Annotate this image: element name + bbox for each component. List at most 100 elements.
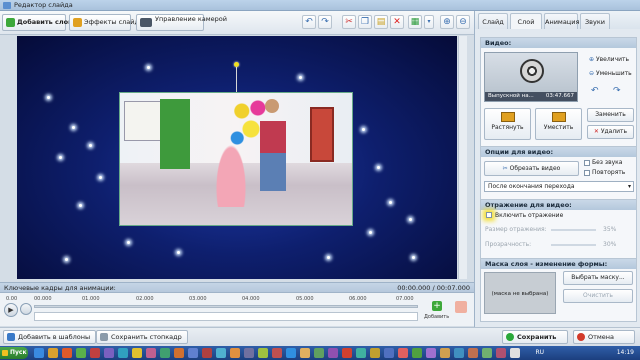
cancel-button[interactable]: Отмена	[573, 330, 635, 344]
delete-button[interactable]: ✕	[390, 15, 404, 29]
app-icon[interactable]	[132, 348, 142, 358]
rotate-left-icon[interactable]: ↶	[591, 86, 599, 96]
app-icon[interactable]	[468, 348, 478, 358]
zoom-out-button[interactable]: ⊖	[456, 15, 470, 29]
chevron-down-icon: ▾	[627, 183, 631, 190]
star-particle	[65, 258, 68, 261]
app-icon[interactable]	[286, 348, 296, 358]
delete-video-button[interactable]: ✕ Удалить	[587, 125, 634, 139]
paste-button[interactable]: ▤	[374, 15, 388, 29]
app-icon[interactable]	[272, 348, 282, 358]
video-layer[interactable]	[119, 92, 353, 226]
app-icon[interactable]	[328, 348, 338, 358]
app-icon[interactable]	[342, 348, 352, 358]
video-section: Видео: Выпускной на... 03:47.667 ⊕ Увелич…	[480, 37, 637, 147]
app-icon[interactable]	[258, 348, 268, 358]
app-icon[interactable]	[398, 348, 408, 358]
choose-mask-button[interactable]: Выбрать маску...	[563, 271, 633, 285]
enable-reflection-checkbox[interactable]	[486, 212, 492, 218]
app-icon[interactable]	[412, 348, 422, 358]
replace-button[interactable]: Заменить	[587, 108, 634, 122]
layers-dropdown[interactable]: ▾	[424, 15, 434, 29]
star-particle	[177, 251, 180, 254]
copy-button[interactable]: ❐	[358, 15, 372, 29]
check-icon	[506, 333, 514, 341]
app-icon[interactable]	[118, 348, 128, 358]
fit-button[interactable]: Уместить	[535, 108, 582, 140]
keyboard-language[interactable]: RU	[535, 346, 544, 360]
tab-animation[interactable]: Анимация	[544, 13, 579, 29]
app-icon[interactable]	[202, 348, 212, 358]
cut-icon: ✂	[345, 17, 353, 27]
app-icon[interactable]	[90, 348, 100, 358]
app-icon[interactable]	[174, 348, 184, 358]
app-icon[interactable]	[314, 348, 324, 358]
undo-button[interactable]: ↶	[302, 15, 316, 29]
tab-sounds[interactable]: Звуки	[580, 13, 610, 29]
app-icon[interactable]	[454, 348, 464, 358]
tab-layer[interactable]: Слой	[510, 13, 542, 29]
app-icon[interactable]	[244, 348, 254, 358]
stop-button[interactable]	[20, 303, 32, 315]
app-icon[interactable]	[384, 348, 394, 358]
app-icon[interactable]	[496, 348, 506, 358]
video-options-title: Опции для видео:	[481, 147, 636, 157]
star-particle	[409, 218, 412, 221]
app-icon[interactable]	[356, 348, 366, 358]
add-layer-icon	[6, 18, 15, 27]
layers-button[interactable]: ▦	[408, 15, 422, 29]
add-keyframe-button[interactable]: + Добавить	[424, 298, 449, 324]
play-icon: ▶	[8, 306, 14, 314]
mask-section: Маска слоя - изменение формы: (маска не …	[480, 258, 637, 322]
zoom-in-link[interactable]: ⊕ Увеличить	[589, 56, 629, 63]
trim-video-button[interactable]: ✂ Обрезать видео	[484, 161, 579, 176]
reflection-size-slider[interactable]	[551, 229, 596, 231]
ie-icon[interactable]	[34, 348, 44, 358]
effects-icon	[73, 18, 82, 27]
transparency-slider[interactable]	[551, 244, 596, 246]
app-icon[interactable]	[370, 348, 380, 358]
zoom-in-button[interactable]: ⊕	[440, 15, 454, 29]
redo-button[interactable]: ↷	[318, 15, 332, 29]
app-icon[interactable]	[160, 348, 170, 358]
app-icon[interactable]	[426, 348, 436, 358]
slide-effects-button[interactable]: Эффекты слайда	[69, 14, 143, 31]
app-icon[interactable]	[76, 348, 86, 358]
repeat-checkbox[interactable]	[584, 170, 590, 176]
preview-scrollbar[interactable]	[458, 36, 467, 279]
layers-icon: ▦	[410, 17, 420, 27]
add-layer-button[interactable]: Добавить слой	[2, 14, 73, 31]
save-storyboard-button[interactable]: Сохранить стопкадр	[96, 330, 188, 344]
video-frame-woman	[260, 111, 286, 215]
stretch-button[interactable]: Растянуть	[484, 108, 531, 140]
app-icon[interactable]	[188, 348, 198, 358]
timeline-ruler[interactable]	[34, 305, 418, 308]
start-button[interactable]: Пуск	[0, 347, 28, 359]
app-icon[interactable]	[482, 348, 492, 358]
save-button[interactable]: Сохранить	[502, 330, 568, 344]
remove-keyframe-button[interactable]	[455, 301, 467, 313]
explorer-icon[interactable]	[48, 348, 58, 358]
rotate-right-icon[interactable]: ↷	[613, 86, 621, 96]
app-icon[interactable]	[230, 348, 240, 358]
media-icon[interactable]	[62, 348, 72, 358]
cut-button[interactable]: ✂	[342, 15, 356, 29]
app-icon[interactable]	[216, 348, 226, 358]
zoom-out-link[interactable]: ⊖ Уменьшить	[589, 70, 632, 77]
start-mode-select[interactable]: После окончания перехода ▾	[484, 181, 634, 192]
tab-slide[interactable]: Слайд	[478, 13, 508, 29]
play-button[interactable]: ▶	[4, 303, 18, 317]
add-to-templates-button[interactable]: Добавить в шаблоны	[3, 330, 97, 344]
no-sound-checkbox[interactable]	[584, 160, 590, 166]
keyframe-track[interactable]	[34, 312, 418, 321]
app-icon[interactable]	[104, 348, 114, 358]
app-icon[interactable]	[510, 348, 520, 358]
app-icon[interactable]	[146, 348, 156, 358]
clear-mask-button[interactable]: Очистить	[563, 289, 633, 303]
app-icon[interactable]	[300, 348, 310, 358]
slide-preview-canvas[interactable]	[17, 36, 457, 279]
rotate-handle[interactable]	[234, 62, 239, 67]
window-title: Редактор слайда	[14, 1, 73, 9]
app-icon[interactable]	[440, 348, 450, 358]
camera-control-button[interactable]: Управление камерой	[136, 14, 227, 31]
